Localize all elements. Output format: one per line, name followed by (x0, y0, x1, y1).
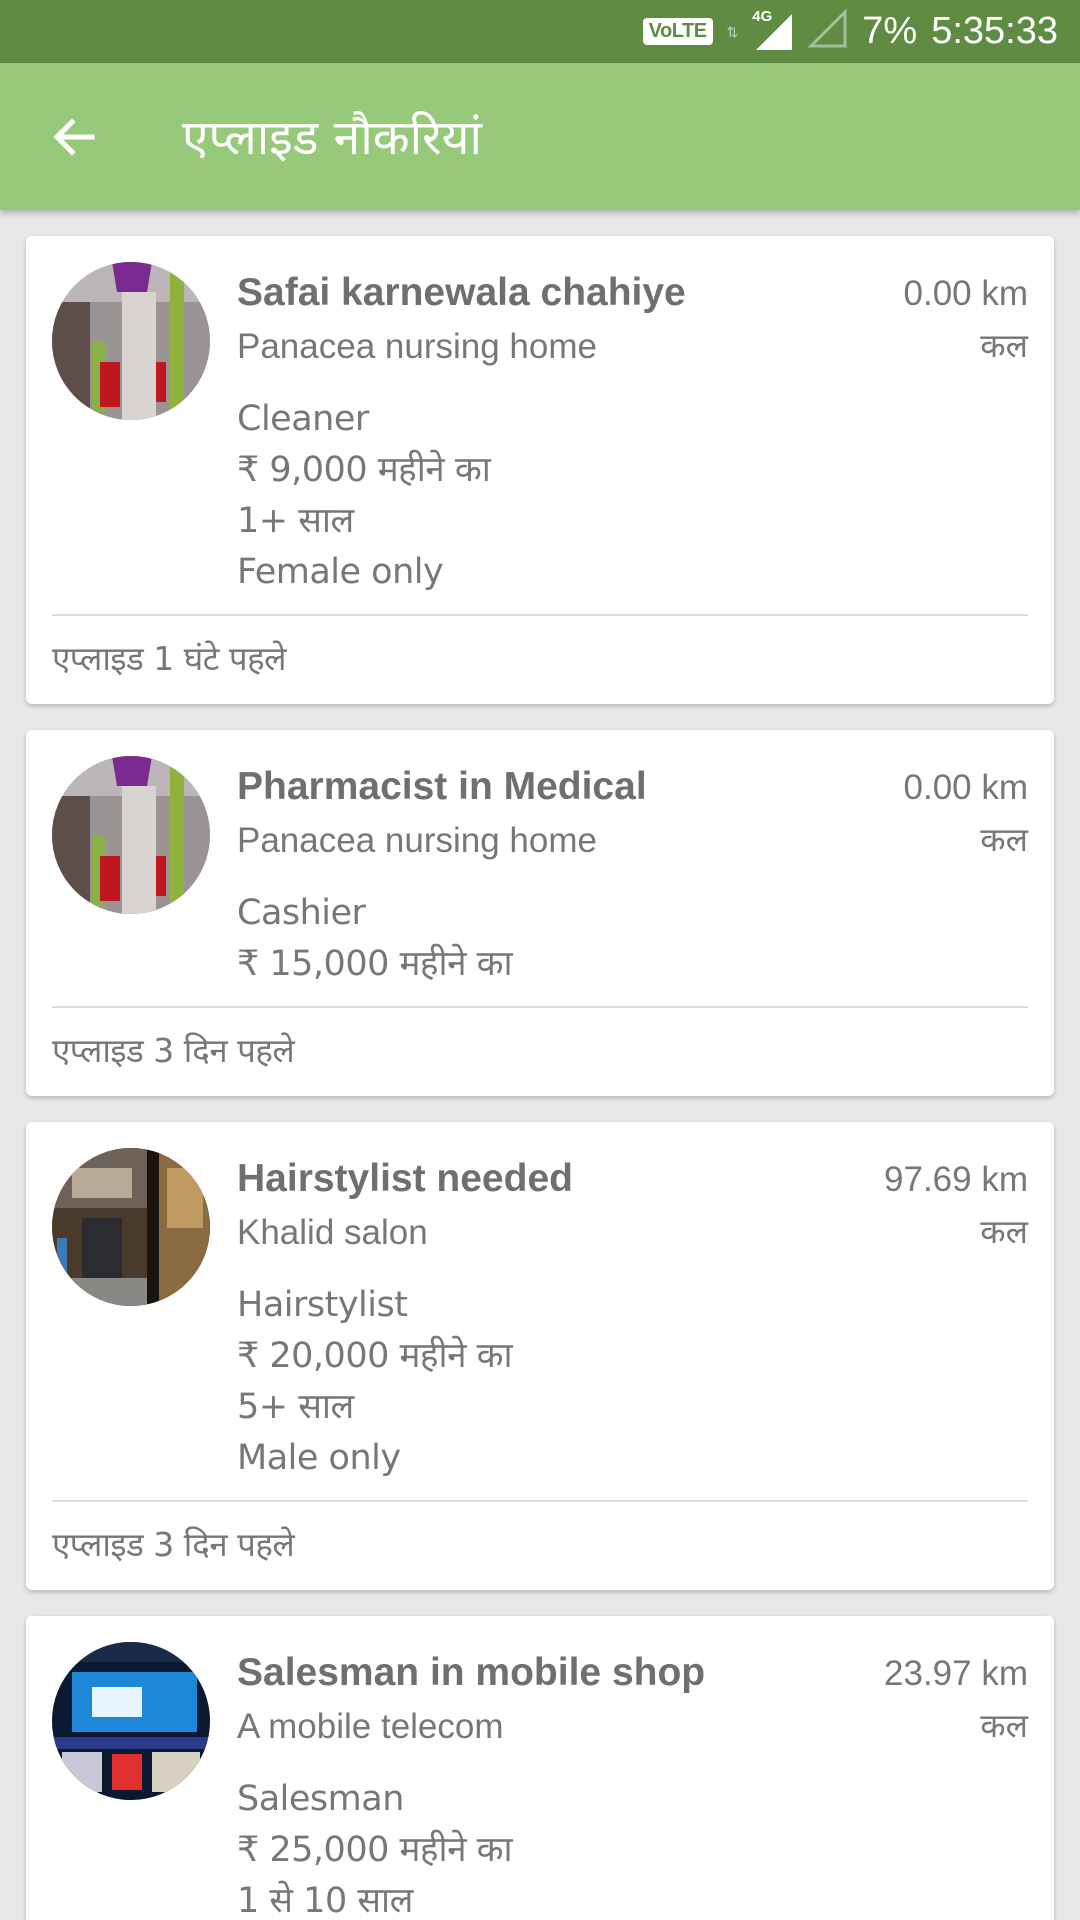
salary: ₹ 25,000 महीने का (237, 1830, 513, 1870)
posted-when: कल (980, 326, 1028, 365)
job-role: Cashier (237, 893, 366, 933)
job-card[interactable]: Hairstylist needed Khalid salon Hairstyl… (26, 1122, 1054, 1590)
company-photo-avatar (52, 1642, 210, 1800)
job-role: Hairstylist (237, 1285, 408, 1325)
company-photo-avatar (52, 1148, 210, 1306)
network-type-label: 4G (752, 7, 773, 25)
applied-time: एप्लाइड 3 दिन पहले (52, 1031, 295, 1070)
company-photo-avatar (52, 262, 210, 420)
job-role: Cleaner (237, 399, 369, 439)
posted-when: कल (980, 1706, 1028, 1745)
clock: 5:35:33 (931, 10, 1058, 52)
experience: 5+ साल (237, 1387, 354, 1427)
arrow-left-icon (53, 117, 95, 156)
experience: 1+ साल (237, 501, 354, 541)
distance: 0.00 km (903, 274, 1029, 313)
applied-jobs-list: Safai karnewala chahiye Panacea nursing … (26, 236, 1054, 1920)
back-button[interactable] (34, 97, 114, 177)
data-activity-icon: ⇅ (726, 23, 739, 40)
company-photo-avatar (52, 756, 210, 914)
cell-signal-icon: 4G (752, 8, 794, 52)
gender-requirement: Male only (237, 1438, 401, 1478)
job-card[interactable]: Safai karnewala chahiye Panacea nursing … (26, 236, 1054, 704)
volte-badge: VoLTE (642, 18, 713, 45)
distance: 23.97 km (884, 1654, 1028, 1693)
applied-time: एप्लाइड 1 घंटे पहले (52, 639, 287, 678)
status-bar: VoLTE ⇅ 4G 7% 5:35:33 (0, 0, 1080, 63)
battery-level: 7% (862, 10, 918, 52)
experience: 1 से 10 साल (237, 1881, 413, 1920)
gender-requirement: Female only (237, 552, 444, 592)
salary: ₹ 15,000 महीने का (237, 944, 513, 984)
salary: ₹ 9,000 महीने का (237, 450, 491, 490)
job-card[interactable]: Pharmacist in Medical Panacea nursing ho… (26, 730, 1054, 1096)
page-title: एप्लाइड नौकरियां (182, 110, 482, 166)
posted-when: कल (980, 820, 1028, 859)
app-bar: एप्लाइड नौकरियां (0, 63, 1080, 210)
job-card[interactable]: Salesman in mobile shop A mobile telecom… (26, 1616, 1054, 1920)
posted-when: कल (980, 1212, 1028, 1251)
distance: 97.69 km (884, 1160, 1028, 1199)
salary: ₹ 20,000 महीने का (237, 1336, 513, 1376)
applied-time: एप्लाइड 3 दिन पहले (52, 1525, 295, 1564)
cell-signal-empty-icon (807, 8, 848, 54)
distance: 0.00 km (903, 768, 1029, 807)
job-role: Salesman (237, 1779, 404, 1819)
